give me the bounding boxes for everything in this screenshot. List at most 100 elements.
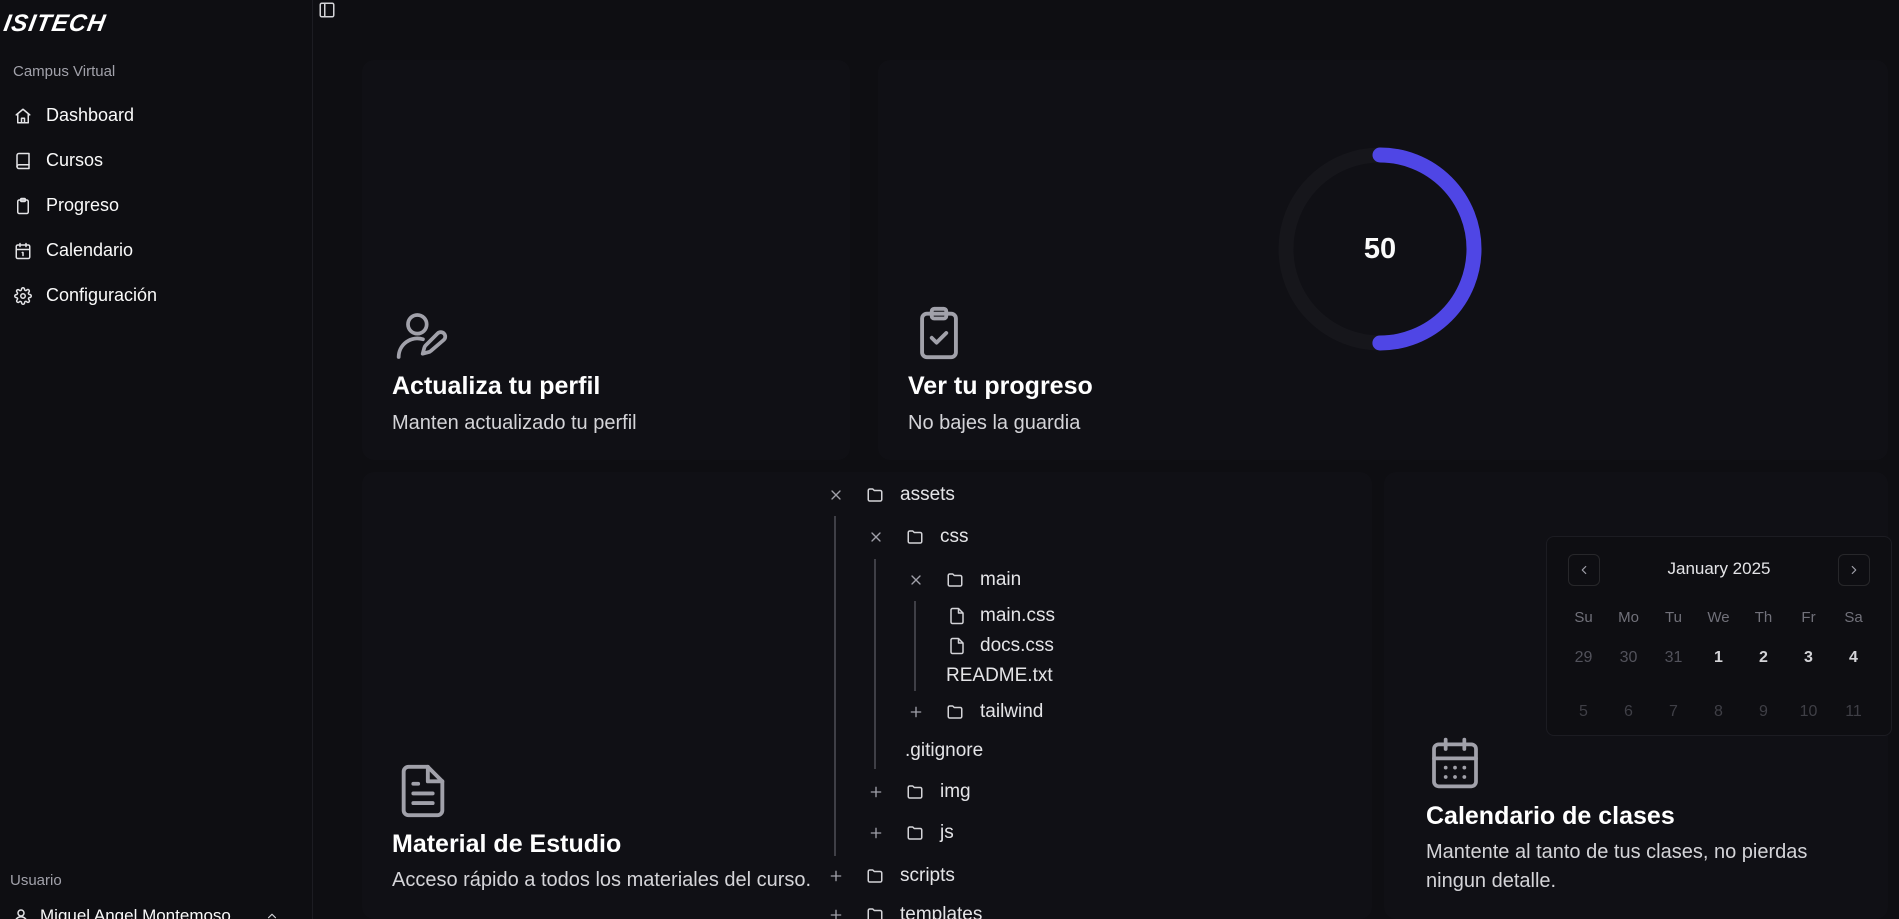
tree-item-docs-css[interactable]: docs.css <box>948 635 1054 657</box>
tree-item-templates[interactable]: templates <box>828 904 982 919</box>
tree-item-css[interactable]: css <box>868 526 969 548</box>
expand-icon[interactable] <box>868 825 884 841</box>
collapse-icon[interactable] <box>828 487 844 503</box>
folder-icon <box>866 486 884 504</box>
collapse-icon[interactable] <box>908 572 924 588</box>
profile-card[interactable]: Actualiza tu perfil Manten actualizado t… <box>362 60 850 460</box>
tree-item-js[interactable]: js <box>868 822 954 844</box>
sidebar-item-calendario[interactable]: Calendario <box>0 228 312 273</box>
weekday-label: Tu <box>1665 608 1682 626</box>
sidebar-item-label: Calendario <box>46 240 134 260</box>
calendar-days-icon <box>1427 735 1483 791</box>
calendar-day[interactable]: 5 <box>1561 685 1606 735</box>
folder-icon <box>866 867 884 885</box>
sidebar-section-label: Campus Virtual <box>13 63 116 80</box>
card-description: Manten actualizado tu perfil <box>392 412 637 434</box>
gear-icon <box>14 286 32 305</box>
tree-item-img[interactable]: img <box>868 781 971 803</box>
card-title: Calendario de clases <box>1426 802 1675 830</box>
panel-left-icon <box>318 1 336 19</box>
isitech-logo[interactable]: ISITECH <box>2 10 130 37</box>
calendar-day[interactable]: 9 <box>1741 685 1786 735</box>
book-icon <box>14 152 32 170</box>
expand-icon[interactable] <box>828 868 844 884</box>
home-icon <box>14 107 32 125</box>
tree-item-name: main <box>980 569 1022 590</box>
tree-item-tailwind[interactable]: tailwind <box>908 701 1043 723</box>
calendar-weekday-row: Su Mo Tu We Th Fr Sa <box>1561 603 1876 631</box>
sidebar-item-label: Dashboard <box>46 105 135 125</box>
expand-icon[interactable] <box>828 907 844 919</box>
folder-icon <box>906 824 924 842</box>
tree-item-main[interactable]: main <box>908 569 1021 591</box>
tree-item-name: js <box>940 822 954 843</box>
tree-item-name: README.txt <box>946 665 1053 686</box>
file-icon <box>948 607 966 625</box>
clipboard-check-icon <box>910 304 968 362</box>
progress-card[interactable]: 50 Ver tu progreso No bajes la guardia <box>878 60 1888 460</box>
tree-item-gitignore[interactable]: .gitignore <box>905 740 983 762</box>
calendar-day[interactable]: 31 <box>1651 631 1696 685</box>
progress-ring: 50 <box>1274 143 1486 355</box>
user-section-label: Usuario <box>10 872 62 889</box>
chevron-up-icon <box>265 909 279 919</box>
card-title: Actualiza tu perfil <box>392 372 601 400</box>
user-menu-button[interactable]: Miguel Angel Montemoso <box>12 906 279 919</box>
tree-guide-line <box>874 559 876 769</box>
calendar-day[interactable]: 1 <box>1696 631 1741 685</box>
material-card[interactable]: Material de Estudio Acceso rápido a todo… <box>362 472 1372 919</box>
tree-item-name: templates <box>900 904 983 919</box>
file-icon <box>948 637 966 655</box>
progress-value: 50 <box>1363 232 1397 265</box>
card-title: Material de Estudio <box>392 830 622 858</box>
card-description: Mantente al tanto de tus clases, no pier… <box>1426 841 1808 892</box>
calendar-day[interactable]: 11 <box>1831 685 1876 735</box>
tree-item-name: docs.css <box>980 635 1054 656</box>
weekday-label: Sa <box>1844 608 1863 626</box>
tree-guide-line <box>914 601 916 691</box>
sidebar-item-label: Configuración <box>46 285 158 305</box>
card-description: No bajes la guardia <box>908 412 1081 434</box>
tree-item-assets[interactable]: assets <box>828 484 955 506</box>
calendar-day[interactable]: 6 <box>1606 685 1651 735</box>
user-pen-icon <box>394 308 450 364</box>
sidebar-item-progreso[interactable]: Progreso <box>0 183 312 228</box>
chevron-right-icon <box>1847 563 1861 577</box>
expand-icon[interactable] <box>868 784 884 800</box>
calendar-day[interactable]: 3 <box>1786 631 1831 685</box>
calendar-day[interactable]: 7 <box>1651 685 1696 735</box>
expand-icon[interactable] <box>908 704 924 720</box>
tree-item-name: img <box>940 781 971 802</box>
tree-item-name: assets <box>900 484 955 505</box>
card-description: Acceso rápido a todos los materiales del… <box>392 869 812 891</box>
sidebar-toggle-button[interactable] <box>318 1 336 19</box>
calendar-day[interactable]: 30 <box>1606 631 1651 685</box>
calendar-day[interactable]: 29 <box>1561 631 1606 685</box>
sidebar-item-dashboard[interactable]: Dashboard <box>0 93 312 138</box>
weekday-label: We <box>1707 608 1730 626</box>
calendar-day[interactable]: 10 <box>1786 685 1831 735</box>
collapse-icon[interactable] <box>868 529 884 545</box>
calendar-week-row: 5 6 7 8 9 10 11 <box>1561 685 1876 735</box>
sidebar-item-cursos[interactable]: Cursos <box>0 138 312 183</box>
tree-item-name: scripts <box>900 865 955 886</box>
calendar-next-button[interactable] <box>1838 554 1870 586</box>
folder-icon <box>906 528 924 546</box>
calendar-day[interactable]: 2 <box>1741 631 1786 685</box>
user-icon <box>12 907 30 919</box>
tree-item-name: .gitignore <box>905 740 984 761</box>
folder-icon <box>946 703 964 721</box>
calendar-day[interactable]: 4 <box>1831 631 1876 685</box>
tree-item-main-css[interactable]: main.css <box>948 605 1055 627</box>
sidebar-item-configuracion[interactable]: Configuración <box>0 273 312 318</box>
sidebar: ISITECH Campus Virtual Dashboard Cursos … <box>0 0 313 919</box>
tree-item-readme[interactable]: README.txt <box>946 665 1053 687</box>
card-title: Ver tu progreso <box>908 372 1093 400</box>
file-text-icon <box>394 762 452 820</box>
weekday-label: Su <box>1574 608 1593 626</box>
calendar-icon <box>14 242 32 260</box>
calendar-day[interactable]: 8 <box>1696 685 1741 735</box>
tree-item-name: tailwind <box>980 701 1044 722</box>
tree-item-name: main.css <box>980 605 1055 626</box>
tree-item-scripts[interactable]: scripts <box>828 865 955 887</box>
